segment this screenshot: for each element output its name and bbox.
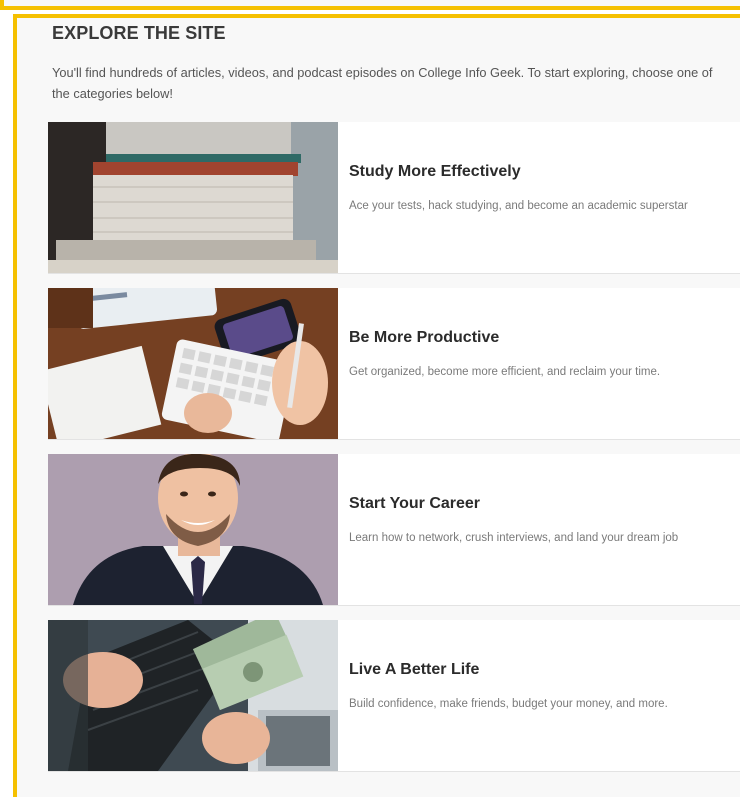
category-card-productive[interactable]: Be More Productive Get organized, become… <box>48 288 740 440</box>
explore-section: EXPLORE THE SITE You'll find hundreds of… <box>13 14 740 797</box>
category-card-study[interactable]: Study More Effectively Ace your tests, h… <box>48 122 740 274</box>
category-card-career[interactable]: Start Your Career Learn how to network, … <box>48 454 740 606</box>
top-frame-border <box>0 0 740 10</box>
businessman-portrait-photo[interactable] <box>48 454 338 605</box>
businessman-image <box>48 454 338 605</box>
card-description: Ace your tests, hack studying, and becom… <box>349 200 688 212</box>
stacked-books-photo[interactable] <box>48 122 338 273</box>
desk-keyboard-phone-photo[interactable] <box>48 288 338 439</box>
card-title[interactable]: Live A Better Life <box>349 660 479 680</box>
card-description: Get organized, become more efficient, an… <box>349 366 661 378</box>
top-frame-left-border <box>0 0 4 10</box>
card-description: Build confidence, make friends, budget y… <box>349 698 668 710</box>
page: EXPLORE THE SITE You'll find hundreds of… <box>0 0 740 797</box>
wallet-money-image <box>48 620 338 771</box>
card-title[interactable]: Start Your Career <box>349 494 480 514</box>
category-card-life[interactable]: Live A Better Life Build confidence, mak… <box>48 620 740 772</box>
card-description: Learn how to network, crush interviews, … <box>349 532 679 544</box>
wallet-money-photo[interactable] <box>48 620 338 771</box>
intro-text: You'll find hundreds of articles, videos… <box>52 65 713 101</box>
section-title: EXPLORE THE SITE <box>52 23 226 43</box>
card-title[interactable]: Study More Effectively <box>349 162 521 182</box>
desk-keyboard-image <box>48 288 338 439</box>
stacked-books-image <box>48 122 338 273</box>
card-title[interactable]: Be More Productive <box>349 328 499 348</box>
